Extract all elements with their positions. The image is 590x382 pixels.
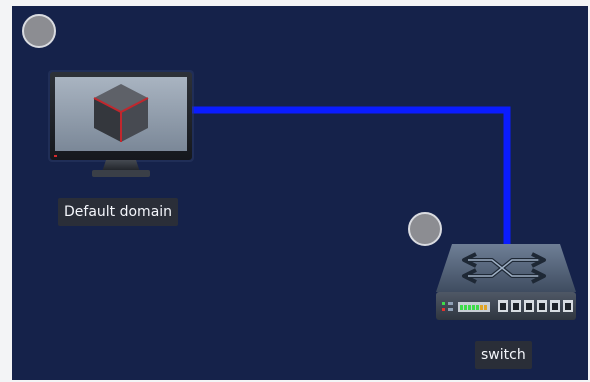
app-frame: Default domain switch [0, 0, 590, 382]
switch-label[interactable]: switch [475, 341, 532, 369]
domain-label[interactable]: Default domain [58, 198, 179, 226]
topology-canvas[interactable]: Default domain switch [12, 6, 588, 380]
link-domain-to-switch[interactable] [190, 106, 511, 250]
monitor-with-cube-icon[interactable] [48, 70, 194, 180]
topology-links [190, 106, 511, 250]
network-switch-icon[interactable] [432, 238, 580, 322]
domain-status-icon[interactable] [22, 14, 56, 48]
